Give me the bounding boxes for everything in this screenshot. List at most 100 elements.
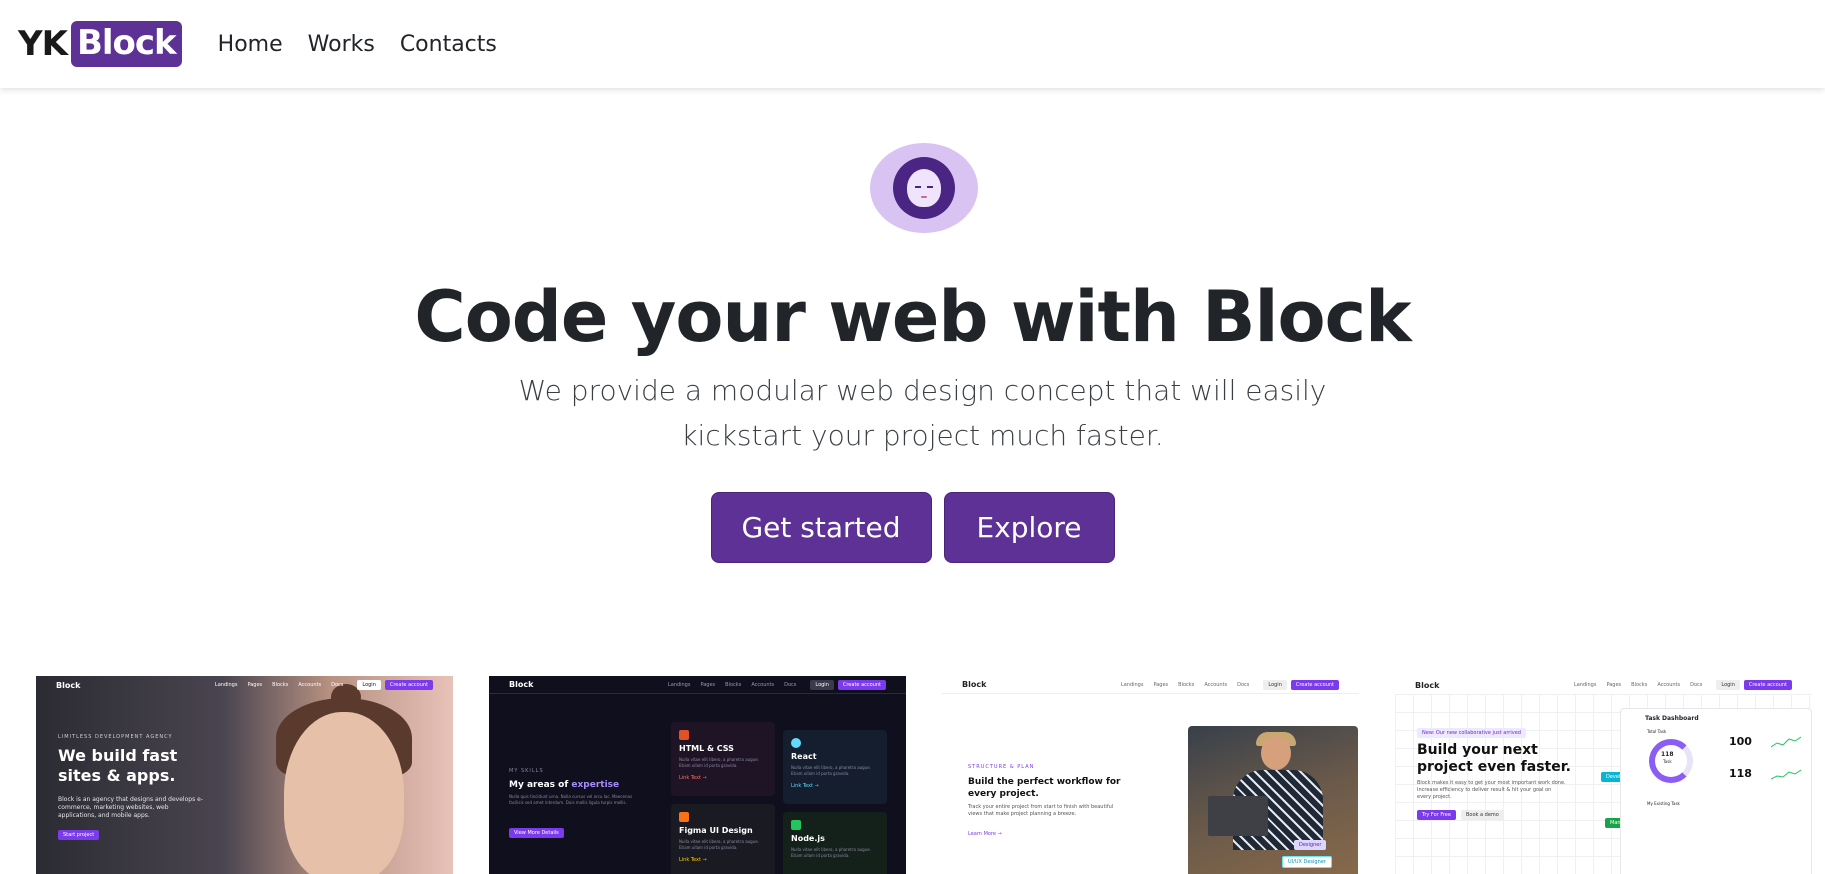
task-list-title: My Existing Task: [1647, 801, 1680, 806]
preview-card-skills[interactable]: Block Landings Pages Blocks Accounts Doc…: [489, 676, 906, 874]
announcement-badge: New: Our new collaborative just arrived: [1417, 728, 1526, 738]
preview-card-dashboard[interactable]: Block Landings Pages Blocks Accounts Doc…: [1395, 676, 1812, 874]
card-kicker: LIMITLESS DEVELOPMENT AGENCY: [58, 734, 173, 740]
sparkline-1: [1771, 736, 1801, 748]
card-create-account: Create account: [1290, 679, 1339, 690]
card-logo: Block: [962, 680, 987, 689]
skill-link: Link Text →: [679, 775, 707, 781]
skill-tile: React Nulla vitae elit libero, a pharetr…: [783, 730, 887, 804]
card-menu-item: Landings: [214, 682, 238, 688]
card-topbar: Block Landings Pages Blocks Accounts Doc…: [1395, 676, 1812, 694]
total-task-label: Total Task: [1647, 729, 1667, 734]
get-started-button[interactable]: Get started: [710, 492, 932, 563]
avatar-illustration: [893, 157, 955, 219]
laptop-icon: [1208, 796, 1268, 836]
hero-buttons: Get started Explore: [0, 492, 1825, 563]
nodejs-icon: [791, 820, 801, 830]
react-icon: [791, 738, 801, 748]
hero-subtitle: We provide a modular web design concept …: [518, 374, 1327, 452]
skill-title: HTML & CSS: [679, 744, 734, 753]
hero-title: Code your web with Block: [414, 276, 1411, 358]
designer-tag: Designer: [1294, 840, 1327, 850]
card-kicker: STRUCTURE & PLAN: [968, 764, 1035, 770]
nav-contacts[interactable]: Contacts: [400, 32, 497, 57]
card-text: Nulla quis tincidunt urna. Nulla cursus …: [509, 794, 633, 805]
skill-link: Link Text →: [679, 857, 707, 863]
sparkline-2: [1771, 769, 1801, 780]
card-logo: Block: [1415, 680, 1440, 690]
stat-value-2: 118: [1729, 767, 1752, 780]
ring-label: Task: [1663, 759, 1672, 764]
skill-title: Node.js: [791, 834, 825, 843]
skill-title: Figma UI Design: [679, 826, 753, 835]
stat-value-1: 100: [1729, 735, 1752, 748]
navbar: YK Block Home Works Contacts: [0, 0, 1825, 88]
card-heading: We build fast sites & apps.: [58, 746, 178, 785]
brand-logo[interactable]: YK Block: [18, 21, 182, 67]
card-menu-item: Docs: [1690, 682, 1703, 688]
person-photo: Designer UI/UX Designer: [1188, 726, 1358, 874]
card-menu-item: Accounts: [1657, 682, 1681, 688]
card-menu-item: Landings: [667, 681, 691, 688]
card-create-account: Create account: [384, 680, 433, 690]
brand-name: Block: [70, 21, 182, 67]
card-topbar: Block Landings Pages Blocks Accounts Doc…: [942, 676, 1359, 694]
card-topbar: Block Landings Pages Blocks Accounts Doc…: [489, 676, 906, 694]
card-menu-item: Blocks: [272, 682, 289, 688]
card-menu-item: Docs: [784, 681, 797, 688]
card-logo: Block: [56, 680, 81, 690]
card-cta: Start project: [58, 830, 100, 840]
card-menu-item: Landings: [1120, 681, 1144, 688]
card-text: Block makes it easy to get your most imp…: [1417, 780, 1566, 800]
card-menu-item: Accounts: [751, 681, 775, 688]
preview-card-workflow[interactable]: Block Landings Pages Blocks Accounts Doc…: [942, 676, 1359, 874]
card-login: Login: [357, 680, 381, 690]
card-kicker: MY SKILLS: [509, 768, 544, 774]
card-menu-item: Accounts: [298, 682, 322, 688]
card-menu-item: Pages: [1606, 682, 1622, 688]
card-login: Login: [810, 679, 834, 690]
card-heading: My areas of expertise: [509, 780, 619, 790]
avatar-face-icon: [907, 169, 941, 207]
nav-home[interactable]: Home: [218, 32, 283, 57]
card-menu-item: Blocks: [1178, 681, 1195, 688]
card-login: Login: [1716, 680, 1740, 690]
card-menu-item: Landings: [1573, 682, 1597, 688]
card-menu-item: Accounts: [1204, 681, 1228, 688]
card-cta: Try For Free: [1417, 810, 1456, 820]
card-cta[interactable]: Learn More →: [968, 830, 1002, 838]
card-menu-item: Docs: [331, 682, 344, 688]
nav-links: Home Works Contacts: [218, 32, 522, 57]
skill-text: Nulla vitae elit libero, a pharetra augu…: [679, 839, 759, 850]
card-cta: View More Details: [509, 828, 564, 838]
card-menu: Landings Pages Blocks Accounts Docs: [1574, 682, 1702, 688]
card-menu-item: Pages: [247, 682, 263, 688]
skill-tile: Node.js Nulla vitae elit libero, a phare…: [783, 812, 887, 874]
explore-button[interactable]: Explore: [943, 492, 1115, 563]
card-menu-item: Docs: [1237, 681, 1250, 688]
card-heading: Build your next project even faster.: [1417, 742, 1571, 775]
card-menu: Landings Pages Blocks Accounts Docs: [668, 682, 796, 688]
html5-icon: [679, 730, 689, 740]
skill-tile: HTML & CSS Nulla vitae elit libero, a ph…: [671, 722, 775, 796]
card-cta-secondary: Book a demo: [1461, 810, 1504, 820]
card-logo: Block: [509, 680, 534, 689]
skill-tile: Figma UI Design Nulla vitae elit libero,…: [671, 804, 775, 874]
task-dashboard: Task Dashboard Total Task 118 Task 100 1…: [1620, 708, 1812, 874]
card-menu: Landings Pages Blocks Accounts Docs: [215, 682, 343, 688]
avatar: [870, 143, 978, 233]
uiux-designer-tag: UI/UX Designer: [1282, 856, 1332, 868]
skill-text: Nulla vitae elit libero, a pharetra augu…: [791, 847, 871, 858]
card-create-account: Create account: [837, 679, 886, 690]
skill-link: Link Text →: [791, 783, 819, 789]
person-face: [284, 712, 404, 874]
card-topbar: Block Landings Pages Blocks Accounts Doc…: [36, 676, 453, 694]
card-menu: Landings Pages Blocks Accounts Docs: [1121, 682, 1249, 688]
card-menu-item: Blocks: [1631, 682, 1648, 688]
card-text: Track your entire project from start to …: [968, 804, 1114, 817]
skill-text: Nulla vitae elit libero, a pharetra augu…: [791, 765, 871, 776]
preview-card-agency[interactable]: Block Landings Pages Blocks Accounts Doc…: [36, 676, 453, 874]
card-heading-b: expertise: [571, 780, 620, 790]
nav-works[interactable]: Works: [308, 32, 375, 57]
card-menu-item: Pages: [1153, 681, 1169, 688]
